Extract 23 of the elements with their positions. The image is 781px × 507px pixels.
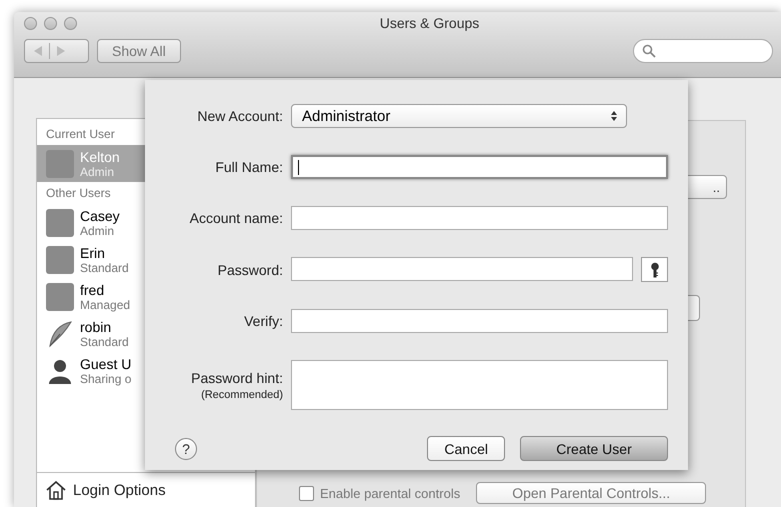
- user-name: Kelton: [80, 148, 120, 164]
- field-note: (Recommended): [200, 388, 283, 400]
- user-name: Erin: [80, 244, 106, 260]
- user-name: Guest U: [80, 356, 132, 372]
- user-role: Standard: [80, 260, 129, 274]
- user-name: Casey: [80, 208, 120, 224]
- user-role: Managed: [80, 298, 130, 312]
- user-role: Sharing o: [80, 372, 132, 386]
- window-title: Users & Groups: [378, 15, 480, 31]
- field-label: Full Name:: [214, 159, 283, 175]
- field-label: Password hint:: [190, 370, 283, 386]
- field-label: Password:: [216, 262, 283, 278]
- section-heading: Current User: [45, 126, 116, 143]
- field-label: New Account:: [196, 108, 283, 124]
- user-role: Admin: [80, 164, 116, 178]
- field-label: Account name:: [188, 210, 283, 226]
- user-name: robin: [80, 318, 112, 334]
- user-role: Standard: [80, 334, 129, 348]
- field-label: Verify:: [243, 313, 283, 329]
- user-role: Admin: [80, 224, 114, 238]
- user-name: fred: [80, 282, 106, 298]
- section-heading: Other Users: [45, 185, 112, 202]
- checkbox-label: Enable parental controls: [320, 486, 460, 500]
